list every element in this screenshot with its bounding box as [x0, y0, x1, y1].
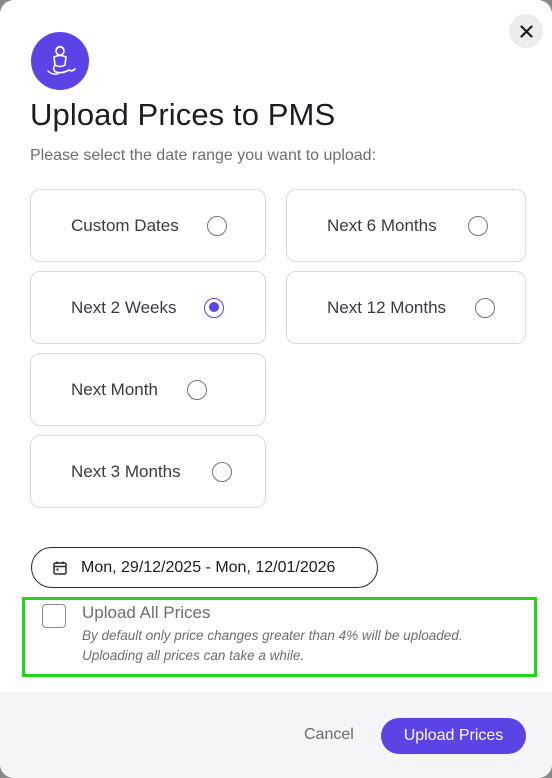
- option-label: Next 2 Weeks: [71, 297, 177, 317]
- option-label: Custom Dates: [71, 215, 179, 235]
- description-line-1: By default only price changes greater th…: [82, 628, 463, 643]
- radio-next-6-months[interactable]: [468, 215, 488, 236]
- calendar-icon: [53, 561, 67, 575]
- option-next-month[interactable]: Next Month: [30, 353, 266, 426]
- option-custom-dates[interactable]: Custom Dates: [30, 189, 266, 262]
- option-label: Next 6 Months: [327, 215, 437, 235]
- avatar: [31, 32, 89, 90]
- option-label: Next 3 Months: [71, 461, 181, 481]
- upload-all-prices-checkbox[interactable]: [42, 604, 66, 628]
- upload-all-prices-description: By default only price changes greater th…: [82, 626, 463, 666]
- dialog-title: Upload Prices to PMS: [30, 97, 336, 132]
- dialog-subtitle: Please select the date range you want to…: [30, 147, 377, 164]
- cancel-button[interactable]: Cancel: [304, 726, 354, 744]
- date-range-text: Mon, 29/12/2025 - Mon, 12/01/2026: [81, 558, 336, 576]
- radio-next-month[interactable]: [187, 379, 207, 400]
- option-next-12-months[interactable]: Next 12 Months: [286, 271, 526, 344]
- genie-icon: [47, 45, 76, 75]
- radio-next-2-weeks[interactable]: [204, 297, 224, 318]
- description-line-2: Uploading all prices can take a while.: [82, 648, 305, 663]
- close-button[interactable]: [509, 14, 543, 48]
- upload-all-prices-section: Upload All Prices By default only price …: [22, 597, 537, 677]
- option-label: Next Month: [71, 379, 158, 399]
- option-next-6-months[interactable]: Next 6 Months: [286, 189, 526, 262]
- option-next-2-weeks[interactable]: Next 2 Weeks: [30, 271, 266, 344]
- close-icon: [519, 24, 533, 38]
- radio-custom-dates[interactable]: [207, 215, 227, 236]
- date-range-picker[interactable]: Mon, 29/12/2025 - Mon, 12/01/2026: [31, 547, 378, 588]
- option-next-3-months[interactable]: Next 3 Months: [30, 435, 266, 508]
- upload-prices-button[interactable]: Upload Prices: [381, 718, 526, 754]
- upload-all-prices-label: Upload All Prices: [82, 603, 211, 622]
- radio-next-3-months[interactable]: [212, 461, 232, 482]
- upload-prices-dialog: Upload Prices to PMS Please select the d…: [0, 0, 552, 778]
- radio-next-12-months[interactable]: [475, 297, 495, 318]
- option-label: Next 12 Months: [327, 297, 447, 317]
